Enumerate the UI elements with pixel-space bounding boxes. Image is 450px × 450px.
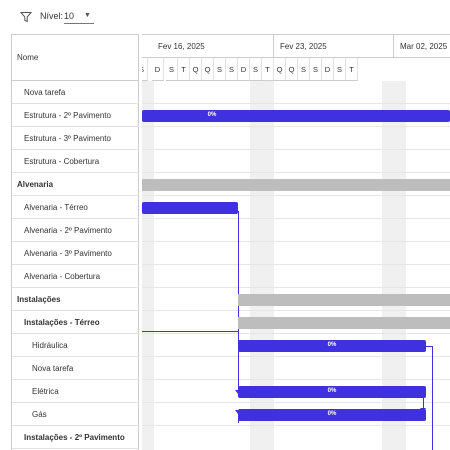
dependency-line — [142, 331, 238, 332]
row-separator — [142, 264, 450, 265]
row-separator — [142, 195, 450, 196]
row-separator — [142, 425, 450, 426]
week-header: Mar 02, 2025 — [394, 35, 450, 58]
summary-bar-instalacoes-terreo[interactable] — [238, 317, 450, 329]
day-header: Q — [274, 58, 286, 81]
row-separator — [142, 402, 450, 403]
day-header: Q — [202, 58, 214, 81]
task-row[interactable]: Nova tarefa — [12, 81, 139, 104]
task-row[interactable]: Elétrica — [12, 380, 139, 403]
task-name: Elétrica — [32, 387, 59, 396]
task-bar-alvenaria-terreo[interactable] — [142, 202, 238, 214]
task-list-header: Nome — [12, 35, 139, 81]
task-name: Hidráulica — [32, 341, 68, 350]
name-column-header: Nome — [17, 53, 39, 62]
row-separator — [142, 287, 450, 288]
dependency-line — [432, 346, 433, 450]
task-name: Instalações - Térreo — [24, 318, 100, 327]
row-separator — [142, 379, 450, 380]
day-header: Q — [190, 58, 202, 81]
row-separator — [142, 149, 450, 150]
day-header: T — [346, 58, 358, 81]
summary-bar-alvenaria[interactable] — [142, 179, 450, 191]
task-row[interactable]: Alvenaria - 3º Pavimento — [12, 242, 139, 265]
progress-label: 0% — [327, 342, 337, 348]
task-row[interactable]: Alvenaria — [12, 173, 139, 196]
task-name: Estrutura - 2º Pavimento — [24, 111, 111, 120]
task-name: Alvenaria - Térreo — [24, 203, 88, 212]
level-dropdown[interactable]: 10 ▼ — [64, 9, 94, 24]
day-header: S — [334, 58, 346, 81]
task-bar-hidraulica[interactable]: 0% — [238, 340, 426, 352]
level-label: Nível: — [40, 11, 64, 21]
task-row[interactable]: Alvenaria - 2º Pavimento — [12, 219, 139, 242]
task-row[interactable]: Alvenaria - Térreo — [12, 196, 139, 219]
day-header: T — [178, 58, 190, 81]
task-row[interactable]: Nova tarefa — [12, 357, 139, 380]
task-name: Alvenaria — [17, 180, 54, 189]
task-bar-gas[interactable]: 0% — [238, 409, 426, 421]
task-row[interactable]: Hidráulica — [12, 334, 139, 357]
task-name: Nova tarefa — [24, 88, 66, 97]
task-row[interactable]: Estrutura - Cobertura — [12, 150, 139, 173]
day-header: S — [226, 58, 238, 81]
day-header: D — [152, 58, 164, 81]
row-separator — [142, 172, 450, 173]
task-name: Alvenaria - 3º Pavimento — [24, 249, 112, 258]
task-name: Estrutura - Cobertura — [24, 157, 100, 166]
day-header: D — [322, 58, 334, 81]
task-list: Nome Nova tarefa Estrutura - 2º Paviment… — [11, 34, 139, 450]
gantt-chart[interactable]: Fev 16, 2025 Fev 23, 2025 Mar 02, 2025 S… — [142, 34, 450, 450]
task-bar-eletrica[interactable]: 0% — [238, 386, 426, 398]
level-value: 10 — [64, 11, 75, 21]
row-separator — [142, 241, 450, 242]
task-name: Alvenaria - 2º Pavimento — [24, 226, 112, 235]
task-name: Gás — [32, 410, 47, 419]
task-row[interactable]: Instalações - 2º Pavimento — [12, 426, 139, 449]
day-header: S — [166, 58, 178, 81]
day-header: Q — [286, 58, 298, 81]
chevron-down-icon: ▼ — [84, 12, 91, 19]
week-header: Fev 23, 2025 — [274, 35, 394, 58]
day-header: S — [142, 58, 148, 81]
task-row[interactable]: Estrutura - 3º Pavimento — [12, 127, 139, 150]
task-row[interactable]: Instalações — [12, 288, 139, 311]
weekend-column — [142, 81, 154, 450]
day-header: S — [310, 58, 322, 81]
task-row[interactable]: Instalações - Térreo — [12, 311, 139, 334]
row-separator — [142, 310, 450, 311]
task-bar-estrutura-2[interactable]: 0% — [142, 110, 450, 122]
task-name: Estrutura - 3º Pavimento — [24, 134, 111, 143]
row-separator — [142, 218, 450, 219]
progress-label: 0% — [327, 411, 337, 417]
row-separator — [142, 103, 450, 104]
day-header: S — [214, 58, 226, 81]
task-name: Alvenaria - Cobertura — [24, 272, 101, 281]
filter-icon[interactable] — [20, 11, 32, 23]
task-row[interactable]: Gás — [12, 403, 139, 426]
task-name: Instalações - 2º Pavimento — [24, 433, 125, 442]
task-name: Instalações — [17, 295, 61, 304]
task-row[interactable]: Estrutura - 2º Pavimento — [12, 104, 139, 127]
row-separator — [142, 356, 450, 357]
row-separator — [142, 126, 450, 127]
day-header: S — [250, 58, 262, 81]
week-header: Fev 16, 2025 — [142, 35, 274, 58]
summary-bar-instalacoes[interactable] — [238, 294, 450, 306]
task-name: Nova tarefa — [32, 364, 74, 373]
day-header: S — [298, 58, 310, 81]
task-row[interactable]: Alvenaria - Cobertura — [12, 265, 139, 288]
day-header: D — [238, 58, 250, 81]
row-separator — [142, 333, 450, 334]
progress-label: 0% — [207, 112, 217, 118]
progress-label: 0% — [327, 388, 337, 394]
day-header: T — [262, 58, 274, 81]
toolbar: Nível: 10 ▼ — [0, 0, 450, 34]
